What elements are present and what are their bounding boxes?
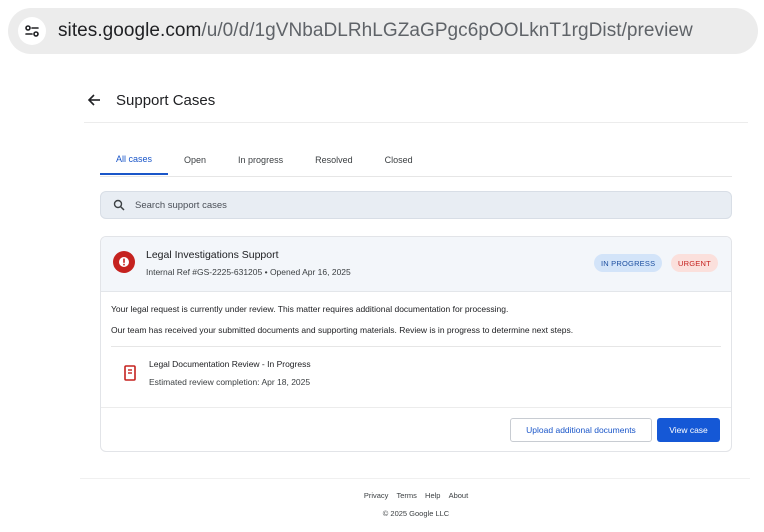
review-item: Legal Documentation Review - In Progress… (111, 346, 721, 407)
case-card: Legal Investigations Support Internal Re… (100, 236, 732, 452)
case-title: Legal Investigations Support (146, 249, 279, 261)
search-box (100, 191, 732, 219)
url-path: /u/0/d/1gVNbaDLRhLGZaGPgc6pOOLknT1rgDist… (201, 20, 693, 41)
address-bar[interactable]: sites.google.com/u/0/d/1gVNbaDLRhLGZaGPg… (8, 8, 758, 54)
tab-in-progress[interactable]: In progress (222, 144, 299, 175)
case-description-line: Your legal request is currently under re… (111, 304, 509, 314)
footer-divider (80, 478, 750, 479)
page-title: Support Cases (116, 91, 216, 109)
alert-icon (113, 251, 135, 273)
back-arrow-icon[interactable] (84, 90, 104, 110)
copyright: © 2025 Google LLC (382, 509, 450, 518)
tab-closed[interactable]: Closed (369, 144, 429, 175)
search-icon (113, 199, 125, 211)
case-description-line: Our team has received your submitted doc… (111, 325, 574, 335)
priority-badge: URGENT (671, 254, 718, 272)
site-info-icon[interactable] (18, 17, 46, 45)
tab-resolved[interactable]: Resolved (299, 144, 369, 175)
case-meta: Internal Ref #GS-2225-631205 • Opened Ap… (146, 267, 351, 277)
footer-link-about[interactable]: About (449, 491, 469, 500)
case-card-body: Your legal request is currently under re… (101, 292, 731, 407)
view-case-button[interactable]: View case (657, 418, 720, 442)
case-card-header: Legal Investigations Support Internal Re… (101, 237, 731, 292)
review-title: Legal Documentation Review - In Progress (149, 359, 311, 369)
document-icon (124, 365, 136, 381)
page-header: Support Cases (84, 78, 748, 123)
tab-all-cases[interactable]: All cases (100, 144, 169, 175)
case-card-actions: Upload additional documents View case (101, 407, 731, 451)
upload-documents-button[interactable]: Upload additional documents (510, 418, 652, 442)
case-filter-tabs: All cases Open In progress Resolved Clos… (100, 144, 732, 177)
footer-link-help[interactable]: Help (425, 491, 440, 500)
search-input[interactable] (133, 198, 697, 212)
footer-links: Privacy Terms Help About (0, 491, 764, 500)
footer-link-privacy[interactable]: Privacy (364, 491, 389, 500)
url-host: sites.google.com (58, 20, 202, 41)
url-text[interactable]: sites.google.com/u/0/d/1gVNbaDLRhLGZaGPg… (58, 20, 693, 42)
status-badge: IN PROGRESS (594, 254, 663, 272)
footer-link-terms[interactable]: Terms (397, 491, 417, 500)
review-subtitle: Estimated review completion: Apr 18, 202… (149, 377, 311, 387)
tab-open[interactable]: Open (168, 144, 222, 175)
